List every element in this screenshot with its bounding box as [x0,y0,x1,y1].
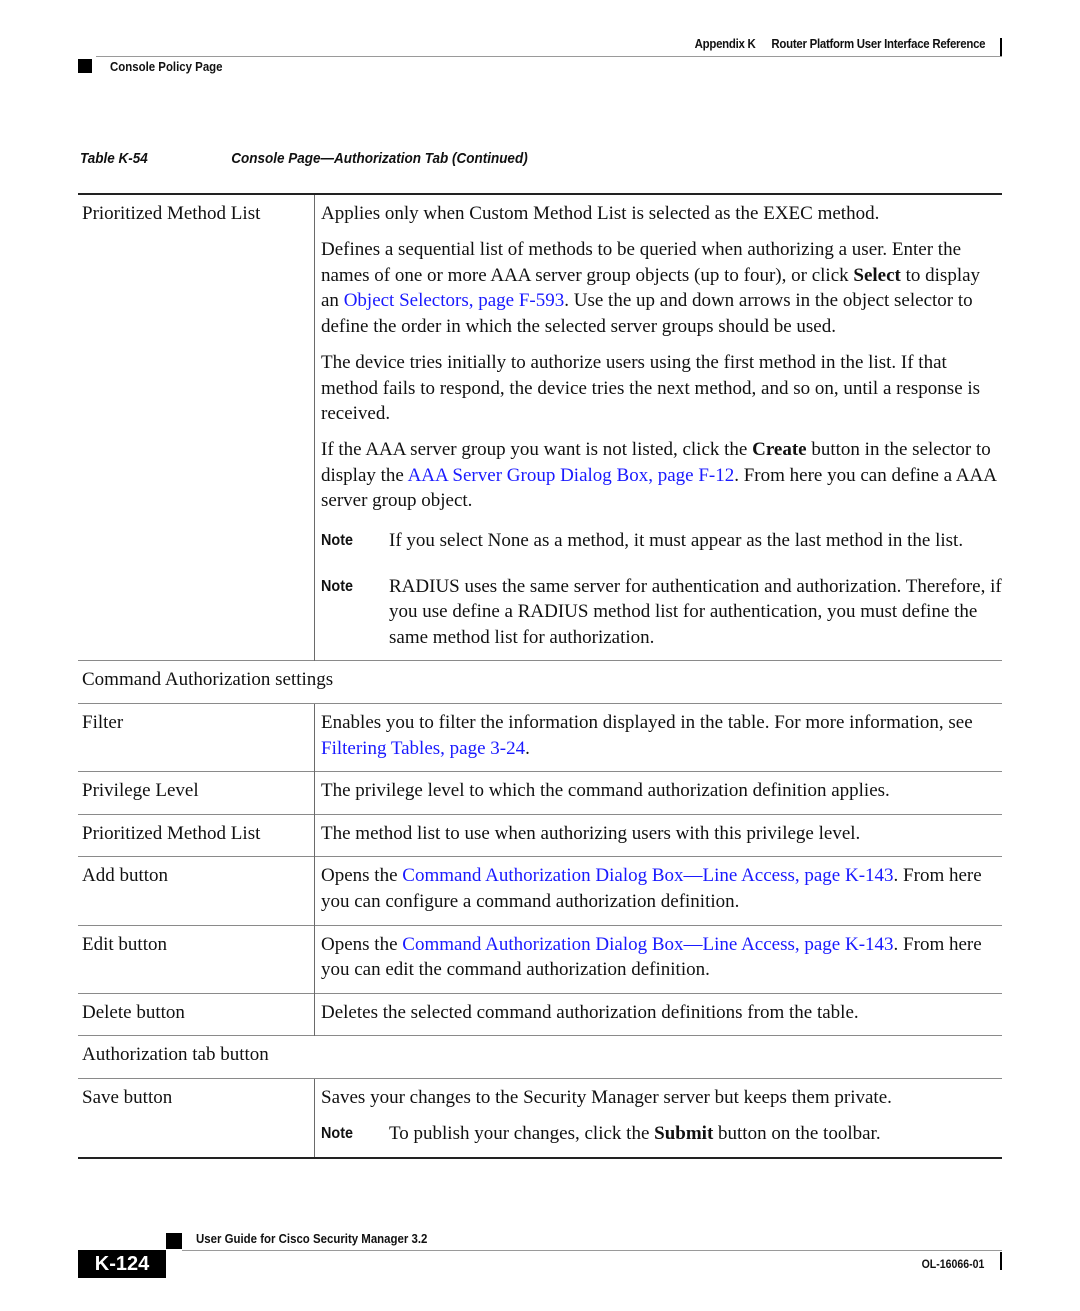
row-label: Prioritized Method List [78,193,315,661]
table-row: Prioritized Method List Applies only whe… [78,193,1002,661]
object-selectors-link[interactable]: Object Selectors, page F-593 [344,290,565,311]
table-title: Console Page—Authorization Tab (Continue… [231,150,528,167]
table-row: Prioritized Method List The method list … [78,813,1002,857]
paragraph: If the AAA server group you want is not … [321,439,996,512]
command-authorization-dialog-link[interactable]: Command Authorization Dialog Box—Line Ac… [402,934,893,955]
footer-rule [182,1250,1002,1251]
row-description: Deletes the selected command authorizati… [314,992,1002,1036]
note-text: If you select None as a method, it must … [389,530,964,552]
appendix-label: Appendix K [694,36,756,51]
row-description: Saves your changes to the Security Manag… [314,1077,1002,1159]
section-title: Console Policy Page [110,59,223,74]
row-description: Applies only when Custom Method List is … [314,193,1002,661]
paragraph: Defines a sequential list of methods to … [321,239,981,337]
row-label: Prioritized Method List [78,813,315,857]
table-row: Delete button Deletes the selected comma… [78,992,1002,1036]
footer-block-mark [166,1233,182,1249]
note-label: Note [321,532,354,550]
row-label: Delete button [78,992,315,1036]
note-label: Note [321,577,354,595]
footer-bar-mark [1000,1252,1002,1270]
row-label: Filter [78,702,315,772]
section-heading: Authorization tab button [78,1035,1002,1079]
row-label: Edit button [78,924,315,994]
command-authorization-dialog-link[interactable]: Command Authorization Dialog Box—Line Ac… [402,865,893,886]
doc-number: OL-16066-01 [921,1257,984,1271]
section-heading: Command Authorization settings [78,660,1002,704]
aaa-server-group-link[interactable]: AAA Server Group Dialog Box, page F-12 [408,465,735,486]
row-label: Save button [78,1077,315,1159]
row-description: The privilege level to which the command… [314,771,1002,815]
table-row: Edit button Opens the Command Authorizat… [78,924,1002,994]
table-number: Table K-54 [80,150,148,167]
table-row: Filter Enables you to filter the informa… [78,702,1002,772]
header-bar-mark [1000,38,1002,56]
authorization-table: Prioritized Method List Applies only whe… [78,193,1002,1159]
table-section-row: Command Authorization settings [78,660,1002,704]
note: Note If you select None as a method, it … [321,528,1002,554]
chapter-title: Router Platform User Interface Reference [771,36,985,51]
page-number: K-124 [78,1250,166,1278]
row-description: Opens the Command Authorization Dialog B… [314,856,1002,926]
header-block-mark [78,59,92,73]
paragraph: Saves your changes to the Security Manag… [321,1086,892,1108]
table-row: Save button Saves your changes to the Se… [78,1077,1002,1159]
note-text: To publish your changes, click the Submi… [389,1123,881,1145]
table-row: Privilege Level The privilege level to w… [78,771,1002,815]
note-text: RADIUS uses the same server for authenti… [389,575,1002,648]
row-label: Privilege Level [78,771,315,815]
paragraph: The device tries initially to authorize … [321,351,981,425]
table-row: Add button Opens the Command Authorizati… [78,856,1002,926]
row-description: Opens the Command Authorization Dialog B… [314,924,1002,994]
row-description: The method list to use when authorizing … [314,813,1002,857]
running-header-right: Appendix K Router Platform User Interface… [694,36,985,51]
note: Note RADIUS uses the same server for aut… [321,574,1002,651]
header-rule [96,56,1002,57]
row-description: Enables you to filter the information di… [314,702,1002,772]
filtering-tables-link[interactable]: Filtering Tables, page 3-24 [321,738,525,759]
table-caption: Table K-54 Console Page—Authorization Ta… [80,150,528,167]
paragraph: Applies only when Custom Method List is … [321,203,880,224]
table-section-row: Authorization tab button [78,1035,1002,1079]
guide-title: User Guide for Cisco Security Manager 3.… [196,1231,428,1246]
note-label: Note [321,1125,354,1143]
note: Note To publish your changes, click the … [321,1121,1002,1147]
row-label: Add button [78,856,315,926]
